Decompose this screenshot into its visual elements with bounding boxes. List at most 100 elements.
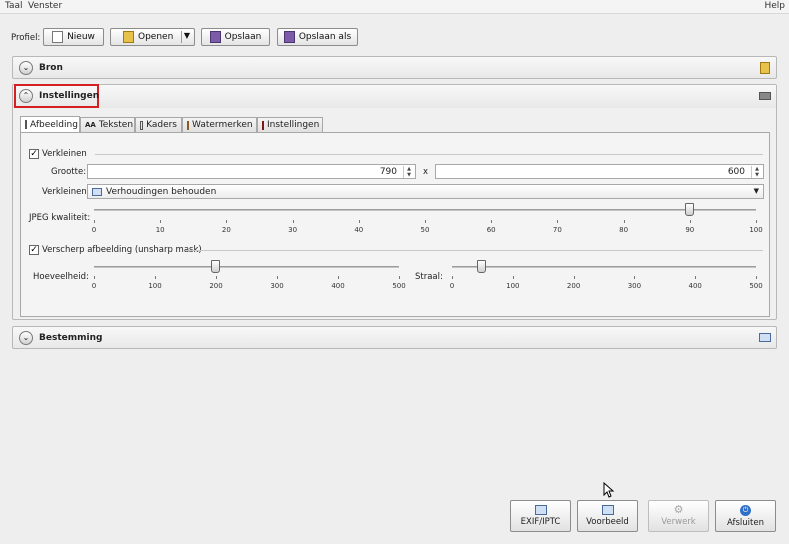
resize-mode-value: Verhoudingen behouden — [106, 187, 217, 197]
tab-teksten[interactable]: AA Teksten — [80, 117, 135, 132]
save-profile-as-button[interactable]: Opslaan als — [277, 28, 358, 46]
jpeg-tick-label: 20 — [221, 226, 231, 234]
amount-tick-label: 500 — [392, 282, 406, 290]
folder-icon — [123, 31, 134, 43]
radius-slider-thumb[interactable] — [477, 260, 487, 273]
size-separator: x — [423, 167, 429, 177]
radius-tick-label: 400 — [688, 282, 702, 290]
amount-tick-mark — [155, 276, 156, 279]
keyboard-icon — [759, 92, 771, 100]
settings-section: ⌃ Instellingen Afbeelding AA Teksten Kad… — [12, 84, 777, 320]
save-profile-button[interactable]: Opslaan — [201, 28, 270, 46]
collapse-chevron-up-icon[interactable]: ⌃ — [19, 89, 33, 103]
amount-label: Hoeveelheid: — [33, 272, 89, 282]
jpeg-tick-label: 50 — [420, 226, 430, 234]
width-spinner[interactable]: ▲ ▼ — [403, 166, 414, 178]
amount-tick-mark — [277, 276, 278, 279]
destination-section[interactable]: ⌄ Bestemming — [12, 326, 777, 349]
radius-slider-track[interactable] — [452, 266, 756, 268]
radius-tick-label: 100 — [506, 282, 520, 290]
jpeg-tick-mark — [160, 220, 162, 223]
jpeg-tick-mark — [756, 220, 757, 223]
radius-tick-mark — [573, 276, 575, 279]
settings-section-header[interactable] — [13, 85, 776, 108]
amount-tick-label: 0 — [91, 282, 97, 290]
save-profile-label: Opslaan — [224, 32, 262, 42]
resize-checkbox[interactable]: ✓ — [29, 149, 39, 159]
radius-tick-mark — [512, 276, 514, 279]
save-profile-as-label: Opslaan als — [298, 32, 352, 42]
radius-tick-label: 500 — [749, 282, 763, 290]
menu-help[interactable]: Help — [764, 1, 785, 11]
resize-mode-select[interactable]: Verhoudingen behouden ▼ — [87, 184, 764, 199]
tab-watermerken[interactable]: Watermerken — [182, 117, 257, 132]
new-profile-button[interactable]: Nieuw — [43, 28, 104, 46]
tab-instellingen[interactable]: Instellingen — [257, 117, 323, 132]
tab-watermerken-label: Watermerken — [192, 120, 253, 130]
tab-afbeelding[interactable]: Afbeelding — [20, 116, 80, 132]
jpeg-tick-label: 90 — [685, 226, 695, 234]
menu-taal[interactable]: Taal — [5, 1, 23, 11]
preview-button[interactable]: Voorbeeld — [577, 500, 638, 532]
open-profile-label: Openen — [138, 32, 174, 42]
jpeg-tick-mark — [226, 220, 228, 223]
amount-slider-track[interactable] — [94, 266, 399, 268]
amount-slider-thumb[interactable] — [211, 260, 220, 273]
height-spinner[interactable]: ▲ ▼ — [751, 166, 762, 178]
jpeg-tick-mark — [358, 220, 360, 223]
mouse-cursor-icon — [603, 482, 615, 498]
width-field[interactable]: 790 ▲ ▼ — [87, 164, 416, 179]
source-section-title: Bron — [39, 63, 63, 73]
open-profile-button[interactable]: Openen ▼ — [110, 28, 195, 46]
tab-kaders[interactable]: Kaders — [135, 117, 182, 132]
jpeg-quality-track[interactable] — [94, 209, 756, 211]
image-icon — [25, 120, 27, 129]
tab-teksten-label: Teksten — [98, 120, 134, 130]
power-icon: ⏻ — [740, 504, 751, 516]
jpeg-tick-label: 30 — [288, 226, 298, 234]
text-icon: AA — [85, 121, 96, 129]
radius-tick-label: 0 — [449, 282, 455, 290]
amount-tick-label: 100 — [148, 282, 162, 290]
process-button[interactable]: ⚙ Verwerk — [648, 500, 709, 532]
radius-tick-label: 200 — [566, 282, 581, 290]
tab-instellingen-label: Instellingen — [267, 120, 320, 130]
jpeg-tick-label: 70 — [552, 226, 562, 234]
amount-tick-mark — [216, 276, 217, 279]
jpeg-tick-label: 0 — [91, 226, 97, 234]
menu-venster[interactable]: Venster — [28, 1, 62, 11]
expand-chevron-down-icon[interactable]: ⌄ — [19, 61, 33, 75]
dropdown-arrow-icon[interactable]: ▼ — [184, 31, 190, 40]
exif-iptc-button[interactable]: EXIF/IPTC — [510, 500, 571, 532]
radius-tick-label: 300 — [627, 282, 642, 290]
process-label: Verwerk — [661, 517, 696, 527]
exif-iptc-label: EXIF/IPTC — [520, 517, 561, 527]
jpeg-tick-label: 10 — [155, 226, 165, 234]
sharpen-checkbox[interactable]: ✓ — [29, 245, 39, 255]
amount-tick-label: 400 — [331, 282, 345, 290]
jpeg-tick-mark — [491, 220, 493, 223]
amount-tick-label: 200 — [209, 282, 223, 290]
close-label: Afsluiten — [727, 517, 764, 528]
preview-image-icon — [601, 505, 614, 515]
profile-label: Profiel: — [11, 33, 41, 43]
expand-chevron-down-icon[interactable]: ⌄ — [19, 331, 33, 345]
jpeg-tick-mark — [623, 220, 625, 223]
sharpen-group-divider — [185, 250, 763, 251]
source-section[interactable]: ⌄ Bron — [12, 56, 777, 79]
sharpen-checkbox-label: Verscherp afbeelding (unsharp mask) — [42, 245, 202, 255]
jpeg-quality-thumb[interactable] — [684, 203, 694, 216]
new-document-icon — [52, 31, 64, 43]
jpeg-tick-mark — [292, 220, 294, 223]
destination-section-title: Bestemming — [39, 333, 103, 343]
exif-info-icon — [534, 505, 547, 515]
frame-icon — [140, 120, 144, 130]
save-disk-icon — [209, 31, 221, 43]
jpeg-tick-label: 100 — [749, 226, 763, 234]
preview-label: Voorbeeld — [586, 517, 629, 527]
toolbox-icon — [262, 120, 264, 130]
close-button[interactable]: ⏻ Afsluiten — [715, 500, 776, 532]
radius-tick-mark — [634, 276, 636, 279]
jpeg-tick-mark — [94, 220, 95, 223]
height-field[interactable]: 600 ▲ ▼ — [435, 164, 764, 179]
